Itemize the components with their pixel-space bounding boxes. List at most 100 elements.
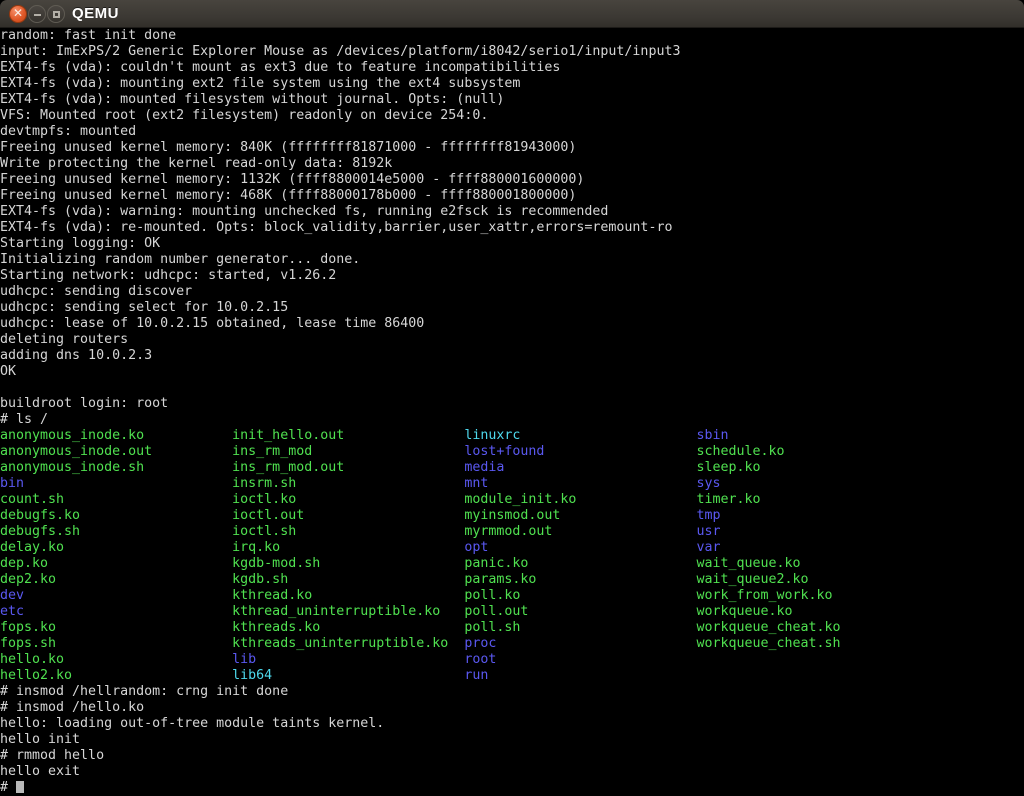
console-line: EXT4-fs (vda): mounting ext2 file system… [0, 76, 1024, 92]
prompt-line: # [0, 780, 1024, 796]
console-line: hello exit [0, 764, 1024, 780]
file-entry: dep2.ko [0, 572, 232, 588]
file-entry: usr [696, 524, 720, 540]
file-entry: poll.sh [464, 620, 696, 636]
file-entry: hello2.ko [0, 668, 232, 684]
console-line: # rmmod hello [0, 748, 1024, 764]
file-entry: kthreads.ko [232, 620, 464, 636]
file-entry: proc [464, 636, 696, 652]
file-entry: poll.out [464, 604, 696, 620]
minimize-icon [34, 14, 41, 16]
console-line: # insmod /hellrandom: crng init done [0, 684, 1024, 700]
console-line: # ls / [0, 412, 1024, 428]
ls-output-row: devkthread.kopoll.kowork_from_work.ko [0, 588, 1024, 604]
ls-output-row: debugfs.koioctl.outmyinsmod.outtmp [0, 508, 1024, 524]
file-entry: workqueue_cheat.ko [696, 620, 840, 636]
file-entry: workqueue_cheat.sh [696, 636, 840, 652]
file-entry: kgdb-mod.sh [232, 556, 464, 572]
ls-output-row: delay.koirq.kooptvar [0, 540, 1024, 556]
console-line: udhcpc: lease of 10.0.2.15 obtained, lea… [0, 316, 1024, 332]
console-line: hello: loading out-of-tree module taints… [0, 716, 1024, 732]
file-entry: lib64 [232, 668, 464, 684]
file-entry: sleep.ko [696, 460, 760, 476]
file-entry: debugfs.sh [0, 524, 232, 540]
file-entry: var [696, 540, 720, 556]
file-entry: anonymous_inode.out [0, 444, 232, 460]
file-entry: bin [0, 476, 232, 492]
console-line: udhcpc: sending discover [0, 284, 1024, 300]
ls-output-row: etckthread_uninterruptible.kopoll.outwor… [0, 604, 1024, 620]
console-line: udhcpc: sending select for 10.0.2.15 [0, 300, 1024, 316]
file-entry: sbin [696, 428, 728, 444]
file-entry: root [464, 652, 696, 668]
minimize-button[interactable] [28, 5, 46, 23]
qemu-window: ✕ QEMU random: fast init doneinput: ImEx… [0, 0, 1024, 796]
ls-output-row: fops.kokthreads.kopoll.shworkqueue_cheat… [0, 620, 1024, 636]
console-line: random: fast init done [0, 28, 1024, 44]
console-line: adding dns 10.0.2.3 [0, 348, 1024, 364]
file-entry: etc [0, 604, 232, 620]
ls-output-row: bininsrm.shmntsys [0, 476, 1024, 492]
file-entry: params.ko [464, 572, 696, 588]
file-entry: timer.ko [696, 492, 760, 508]
file-entry: myrmmod.out [464, 524, 696, 540]
console-line [0, 380, 1024, 396]
file-entry: myinsmod.out [464, 508, 696, 524]
file-entry: lib [232, 652, 464, 668]
console-line: Freeing unused kernel memory: 840K (ffff… [0, 140, 1024, 156]
console-line: VFS: Mounted root (ext2 filesystem) read… [0, 108, 1024, 124]
file-entry: wait_queue.ko [696, 556, 800, 572]
file-entry: kthread_uninterruptible.ko [232, 604, 464, 620]
console-line: input: ImExPS/2 Generic Explorer Mouse a… [0, 44, 1024, 60]
file-entry: schedule.ko [696, 444, 784, 460]
ls-output-row: dep.kokgdb-mod.shpanic.kowait_queue.ko [0, 556, 1024, 572]
maximize-icon [53, 11, 60, 18]
file-entry: fops.ko [0, 620, 232, 636]
file-entry: ioctl.out [232, 508, 464, 524]
file-entry: anonymous_inode.sh [0, 460, 232, 476]
ls-output-row: hello2.kolib64run [0, 668, 1024, 684]
shell-prompt: # [0, 780, 16, 795]
file-entry: anonymous_inode.ko [0, 428, 232, 444]
terminal-console[interactable]: random: fast init doneinput: ImExPS/2 Ge… [0, 28, 1024, 796]
file-entry: fops.sh [0, 636, 232, 652]
console-line: Freeing unused kernel memory: 1132K (fff… [0, 172, 1024, 188]
file-entry: mnt [464, 476, 696, 492]
console-line: deleting routers [0, 332, 1024, 348]
file-entry: poll.ko [464, 588, 696, 604]
console-line: EXT4-fs (vda): re-mounted. Opts: block_v… [0, 220, 1024, 236]
file-entry: tmp [696, 508, 720, 524]
file-entry: ins_rm_mod [232, 444, 464, 460]
console-line: Freeing unused kernel memory: 468K (ffff… [0, 188, 1024, 204]
console-line: OK [0, 364, 1024, 380]
file-entry: lost+found [464, 444, 696, 460]
console-line: Starting logging: OK [0, 236, 1024, 252]
console-line: Write protecting the kernel read-only da… [0, 156, 1024, 172]
ls-output-row: count.shioctl.komodule_init.kotimer.ko [0, 492, 1024, 508]
file-entry: kthread.ko [232, 588, 464, 604]
console-line: devtmpfs: mounted [0, 124, 1024, 140]
file-entry: panic.ko [464, 556, 696, 572]
file-entry: hello.ko [0, 652, 232, 668]
file-entry: kthreads_uninterruptible.ko [232, 636, 464, 652]
file-entry: opt [464, 540, 696, 556]
ls-output-row: dep2.kokgdb.shparams.kowait_queue2.ko [0, 572, 1024, 588]
console-line: Starting network: udhcpc: started, v1.26… [0, 268, 1024, 284]
ls-output-row: hello.kolibroot [0, 652, 1024, 668]
close-icon: ✕ [10, 6, 26, 22]
file-entry: run [464, 668, 696, 684]
file-entry: work_from_work.ko [696, 588, 832, 604]
ls-output-row: debugfs.shioctl.shmyrmmod.outusr [0, 524, 1024, 540]
console-line: EXT4-fs (vda): mounted filesystem withou… [0, 92, 1024, 108]
console-line: buildroot login: root [0, 396, 1024, 412]
file-entry: sys [696, 476, 720, 492]
file-entry: debugfs.ko [0, 508, 232, 524]
close-button[interactable]: ✕ [9, 5, 27, 23]
terminal-cursor [16, 781, 24, 793]
window-title: QEMU [72, 0, 119, 27]
console-line: # insmod /hello.ko [0, 700, 1024, 716]
file-entry: ins_rm_mod.out [232, 460, 464, 476]
maximize-button[interactable] [47, 5, 65, 23]
titlebar[interactable]: ✕ QEMU [0, 0, 1024, 28]
file-entry: dev [0, 588, 232, 604]
